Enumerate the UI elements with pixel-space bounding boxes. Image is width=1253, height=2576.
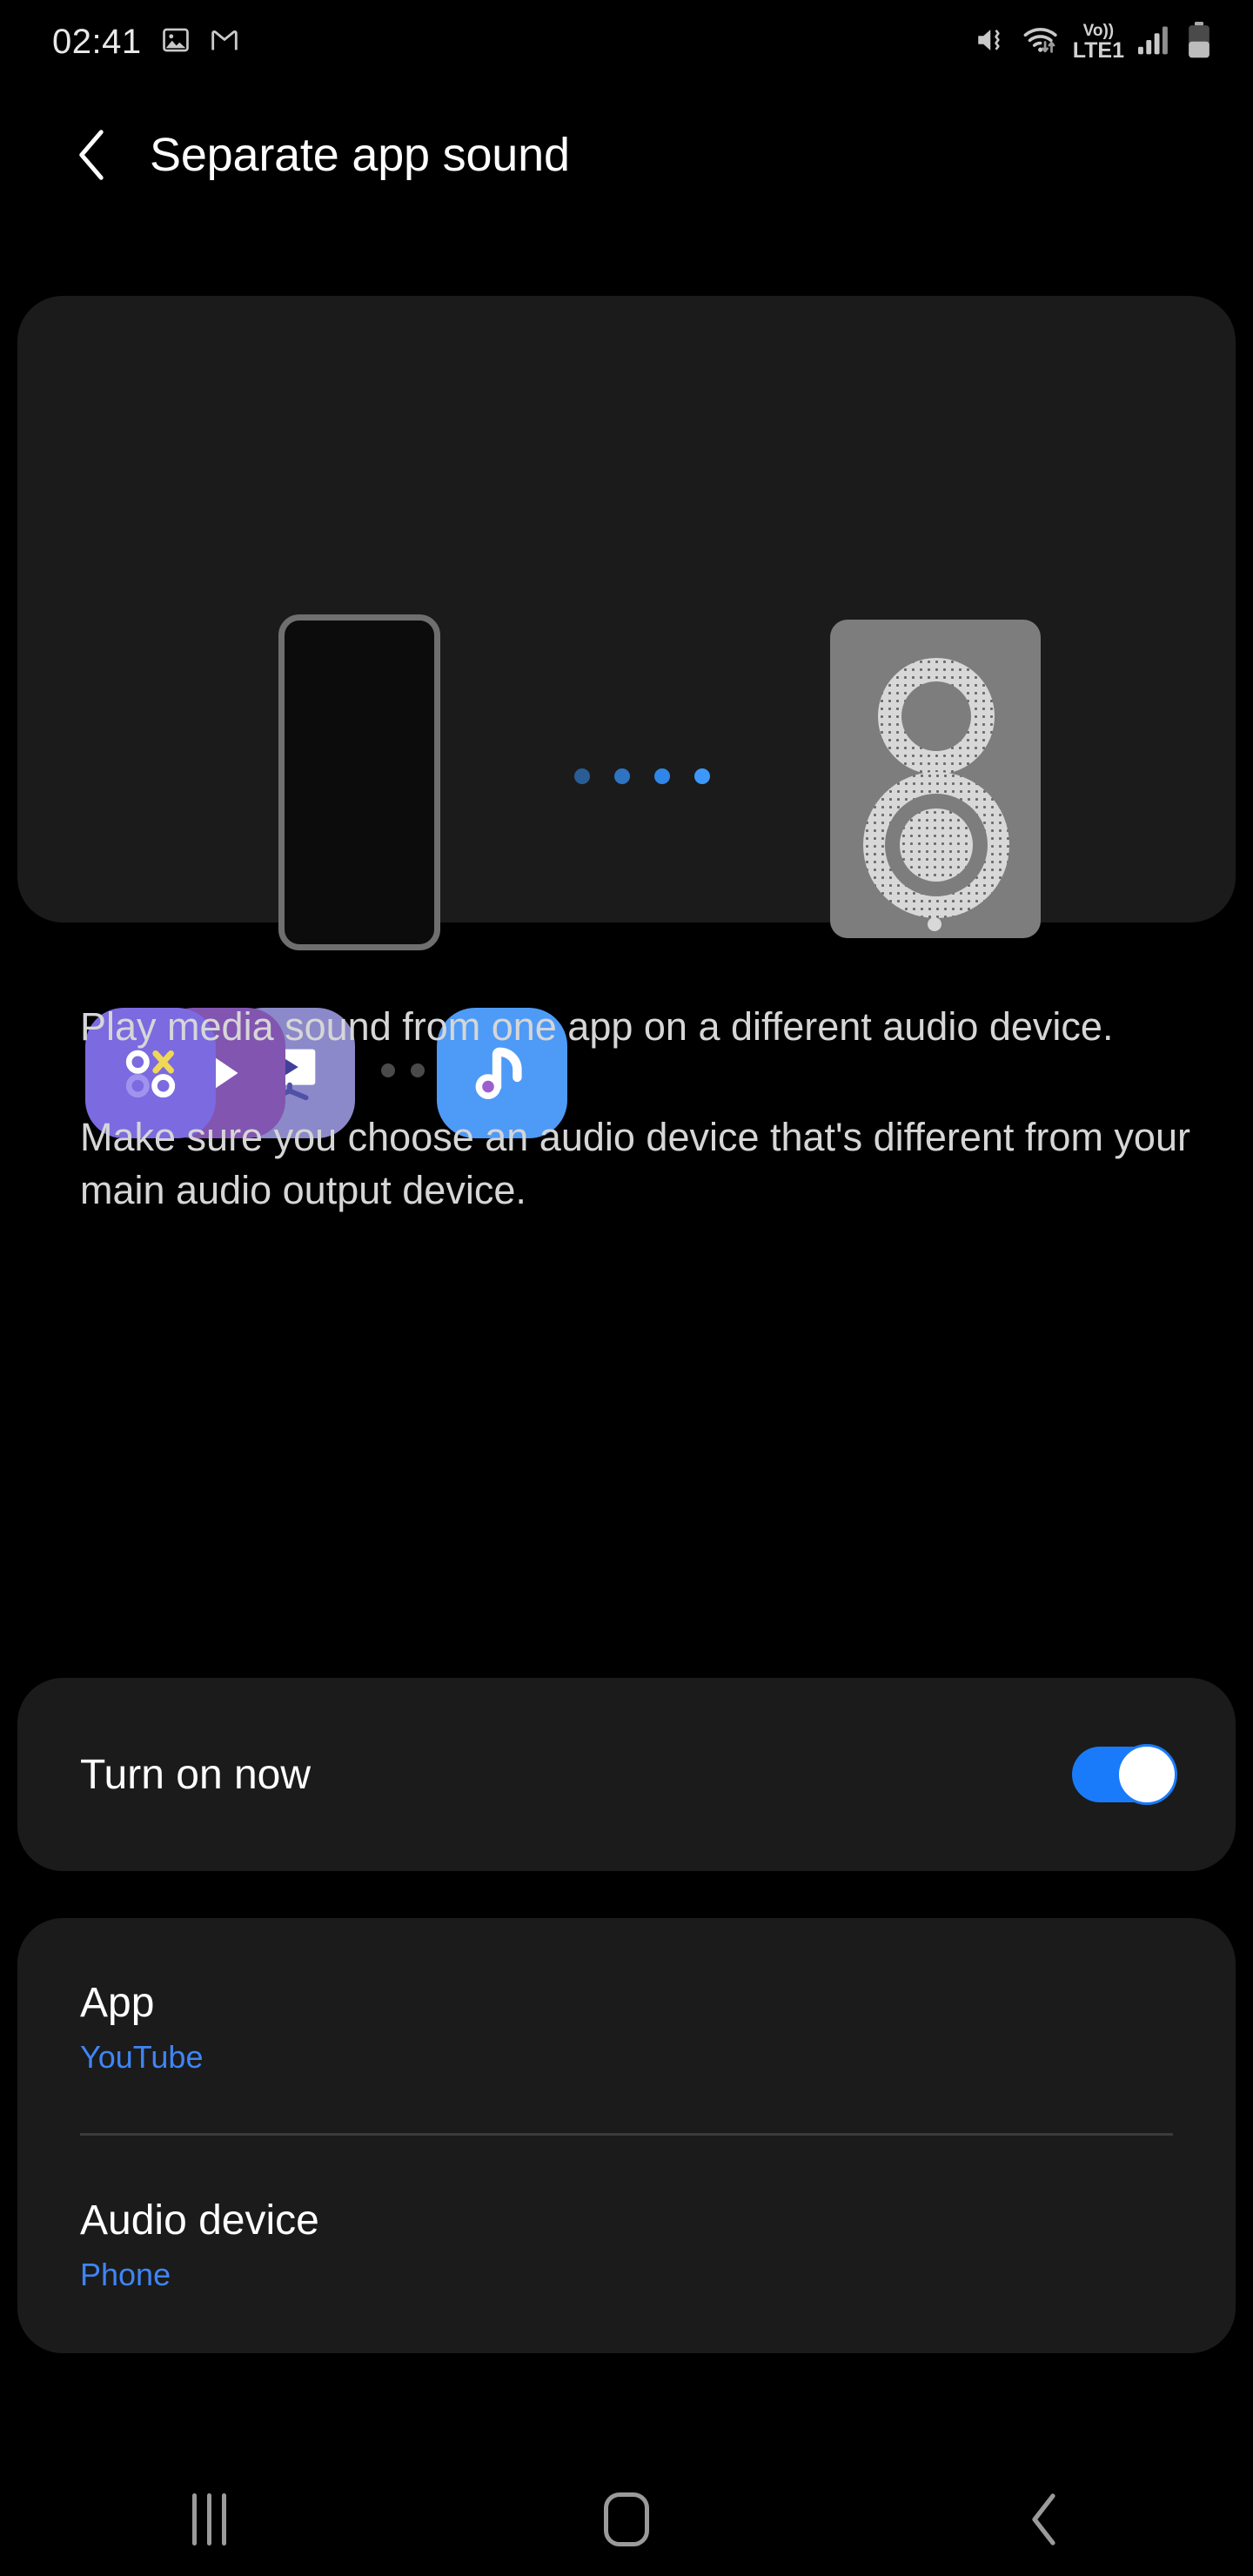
wifi-icon (1022, 22, 1061, 63)
back-button[interactable] (71, 130, 111, 180)
recents-icon (191, 2493, 226, 2546)
phone-outline-illustration (278, 614, 440, 950)
image-icon (161, 25, 191, 59)
transfer-dot-4 (694, 768, 710, 784)
back-chevron-icon (79, 130, 104, 180)
turn-on-now-switch[interactable] (1072, 1744, 1177, 1805)
status-clock: 02:41 (52, 22, 142, 61)
gmail-icon (210, 25, 239, 59)
status-bar: 02:41 Vo)) LTE1 (0, 0, 1253, 84)
signal-icon (1136, 23, 1173, 61)
turn-on-now-row[interactable]: Turn on now (17, 1678, 1236, 1871)
illustration-card (17, 296, 1236, 1138)
settings-card: App YouTube Audio device Phone (17, 1918, 1236, 2353)
status-bar-left: 02:41 (52, 23, 239, 62)
transfer-dot-2 (614, 768, 630, 784)
transfer-dots (574, 768, 710, 784)
battery-icon (1185, 21, 1213, 64)
mute-vibrate-icon (974, 22, 1010, 63)
speaker-illustration (830, 620, 1041, 938)
app-setting-title: App (80, 1979, 155, 2026)
nav-home-button[interactable] (557, 2463, 696, 2576)
nav-recents-button[interactable] (139, 2463, 278, 2576)
turn-on-now-label: Turn on now (80, 1751, 312, 1798)
audio-device-setting-row[interactable]: Audio device Phone (17, 2136, 1236, 2353)
volte-icon: Vo)) LTE1 (1073, 23, 1124, 62)
speaker-led-icon (928, 917, 941, 931)
transfer-dot-3 (654, 768, 670, 784)
description-paragraph-1: Play media sound from one app on a diffe… (80, 1004, 1114, 1049)
status-bar-right: Vo)) LTE1 (974, 21, 1213, 64)
description-paragraph-2: Make sure you choose an audio device tha… (80, 1114, 1190, 1212)
app-setting-value: YouTube (80, 2038, 204, 2075)
navigation-bar (0, 2463, 1253, 2576)
volte-label-bottom: LTE1 (1072, 37, 1124, 63)
volte-label-top: Vo)) (1082, 21, 1115, 40)
switch-knob (1116, 1744, 1177, 1805)
speaker-cone-top-hole (901, 681, 971, 751)
speaker-cone-bottom-center (900, 808, 973, 882)
home-icon (604, 2492, 649, 2546)
transfer-dot-1 (574, 768, 590, 784)
back-icon (1032, 2493, 1055, 2546)
nav-back-button[interactable] (975, 2463, 1114, 2576)
page-header: Separate app sound (0, 103, 1253, 207)
description-block: Play media sound from one app on a diffe… (80, 1001, 1203, 1217)
audio-device-setting-title: Audio device (80, 2197, 319, 2244)
page-title: Separate app sound (150, 129, 570, 181)
audio-device-setting-value: Phone (80, 2256, 171, 2292)
app-setting-row[interactable]: App YouTube (17, 1918, 1236, 2136)
